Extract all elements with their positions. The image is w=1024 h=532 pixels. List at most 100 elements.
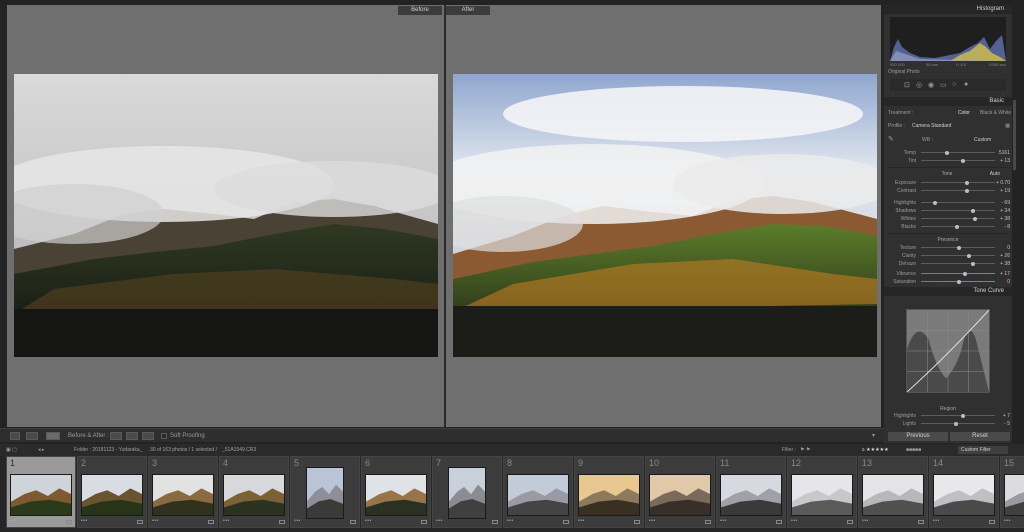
thumbnail-index: 5 [294,458,300,468]
copy-settings-button[interactable] [126,432,138,440]
filmstrip-thumbnail[interactable]: 4 ••• [219,456,289,528]
brush-icon[interactable]: ● [964,81,968,88]
thumbnail-index: 9 [578,458,584,468]
toolbar: Before & After : Soft Proofing ▾ [0,428,884,442]
filmstrip: 1 ••• 2 ••• 3 ••• 4 ••• 5 ••• 6 ••• 7 ••• 8 ••• 9 ••• 10 ••… [0,456,1024,532]
filmstrip-thumbnail[interactable]: 9 ••• [574,456,644,528]
curve-highlights-slider[interactable]: Highlights + 7 [888,413,1010,419]
soft-proofing-checkbox[interactable] [161,433,167,439]
before-photo[interactable] [14,74,438,357]
before-label: Before [398,6,442,15]
develop-panel: Histogram ISO 200 55 mm f / 8.0 1/250 se… [884,5,1012,443]
reset-button[interactable]: Reset [950,432,1010,441]
edited-badge-icon [208,520,214,524]
loupe-view-button[interactable] [10,432,20,440]
flag-filter-icon[interactable]: ⚑ ⚑ [800,447,810,453]
filmstrip-thumbnail[interactable]: 12 ••• [787,456,857,528]
grid-toggle-icon[interactable]: ▣ ▢ [6,447,17,453]
edited-badge-icon [421,520,427,524]
original-photo-row[interactable]: Original Photo [888,69,1010,75]
eyedropper-icon[interactable]: ✎ [888,136,894,143]
rating-dots: ••• [649,518,656,524]
nav-arrows-icon[interactable]: ◂ ▸ [38,447,44,453]
separator [888,167,1008,168]
source-label[interactable]: Folder : 20181123 - Yudaraka_ [74,447,142,453]
filmstrip-thumbnail[interactable]: 5 ••• [290,456,360,528]
thumbnail-image [448,467,486,519]
star-filter-icon[interactable]: ≥ ★★★★★ [862,447,889,453]
region-row: Region [940,406,956,412]
separator [888,233,1008,234]
grid-view-button[interactable] [26,432,38,440]
filmstrip-thumbnail[interactable]: 3 ••• [148,456,218,528]
rating-dots: ••• [507,518,514,524]
previous-button[interactable]: Previous [888,432,948,441]
thumbnail-image [152,474,214,516]
tool-strip: ⊡ ◎ ◉ ▭ ○ ● [890,79,1006,91]
red-eye-icon[interactable]: ◉ [928,81,934,89]
histogram-graph [890,17,1006,61]
histogram-header[interactable]: Histogram [884,5,1012,14]
treatment-row: Treatment : Color Black & White [888,110,1012,116]
texture-slider[interactable]: Texture 0 [888,245,1010,251]
after-photo[interactable] [453,74,877,357]
rating-dots: ••• [578,518,585,524]
thumbnail-index: 13 [862,458,873,468]
thumbnail-index: 14 [933,458,944,468]
profile-browser-icon[interactable]: ▦ [1005,123,1010,129]
chevron-down-icon[interactable]: ▾ [872,432,875,440]
edited-badge-icon [989,520,995,524]
graduated-filter-icon[interactable]: ▭ [940,81,947,89]
wb-row[interactable]: ✎ WB : Custom [888,136,1010,143]
filmstrip-thumbnail[interactable]: 11 ••• [716,456,786,528]
selected-filename[interactable]: _51A1549.CR3 [222,447,256,453]
edited-badge-icon [705,520,711,524]
contrast-slider[interactable]: Contrast + 19 [888,188,1010,194]
profile-row[interactable]: Profile : Camera Standard ▦ [888,123,1010,129]
thumbnail-image [81,474,143,516]
treatment-color-option[interactable]: Color [958,110,970,116]
vibrance-slider[interactable]: Vibrance + 17 [888,271,1010,277]
tone-curve-header[interactable]: Tone Curve [884,287,1012,296]
filmstrip-thumbnail[interactable]: 1 ••• [6,456,76,528]
thumbnail-index: 3 [152,458,158,468]
dehaze-slider[interactable]: Dehaze + 38 [888,261,1010,267]
crop-tool-icon[interactable]: ⊡ [904,81,910,89]
rating-dots: ••• [223,518,230,524]
filmstrip-thumbnail[interactable]: 15 ••• [1000,456,1024,528]
compare-divider[interactable] [444,5,446,427]
filmstrip-thumbnail[interactable]: 2 ••• [77,456,147,528]
exposure-slider[interactable]: Exposure + 0.70 [888,180,1010,186]
color-filter-icon[interactable]: ■■■■■ [906,447,921,453]
panel-scrollbar[interactable] [1013,100,1016,170]
filter-select[interactable]: Custom Filter [958,446,1008,454]
filmstrip-thumbnail[interactable]: 7 ••• [432,456,502,528]
thumbnail-index: 4 [223,458,229,468]
shadows-slider[interactable]: Shadows + 34 [888,208,1010,214]
tone-curve-graph[interactable] [906,309,990,393]
toggle-before-after-button[interactable] [142,432,154,440]
compare-view-button[interactable] [46,432,60,440]
spot-removal-icon[interactable]: ◎ [916,81,922,89]
auto-button[interactable]: Auto [990,171,1000,177]
saturation-slider[interactable]: Saturation 0 [888,279,1010,285]
filmstrip-thumbnail[interactable]: 8 ••• [503,456,573,528]
temp-slider[interactable]: Temp 5161 [888,150,1010,156]
tint-slider[interactable]: Tint + 13 [888,158,1010,164]
swap-before-after-button[interactable] [110,432,122,440]
rating-dots: ••• [294,518,301,524]
treatment-bw-option[interactable]: Black & White [980,110,1011,116]
thumbnail-index: 6 [365,458,371,468]
whites-slider[interactable]: Whites + 38 [888,216,1010,222]
filmstrip-thumbnail[interactable]: 6 ••• [361,456,431,528]
clarity-slider[interactable]: Clarity + 26 [888,253,1010,259]
radial-filter-icon[interactable]: ○ [952,81,956,88]
basic-header[interactable]: Basic [884,97,1012,106]
filmstrip-thumbnail[interactable]: 14 ••• [929,456,999,528]
curve-lights-slider[interactable]: Lights - 5 [888,421,1010,427]
highlights-slider[interactable]: Highlights - 69 [888,200,1010,206]
filmstrip-thumbnail[interactable]: 13 ••• [858,456,928,528]
edited-badge-icon [492,520,498,524]
filmstrip-thumbnail[interactable]: 10 ••• [645,456,715,528]
blacks-slider[interactable]: Blacks - 8 [888,224,1010,230]
